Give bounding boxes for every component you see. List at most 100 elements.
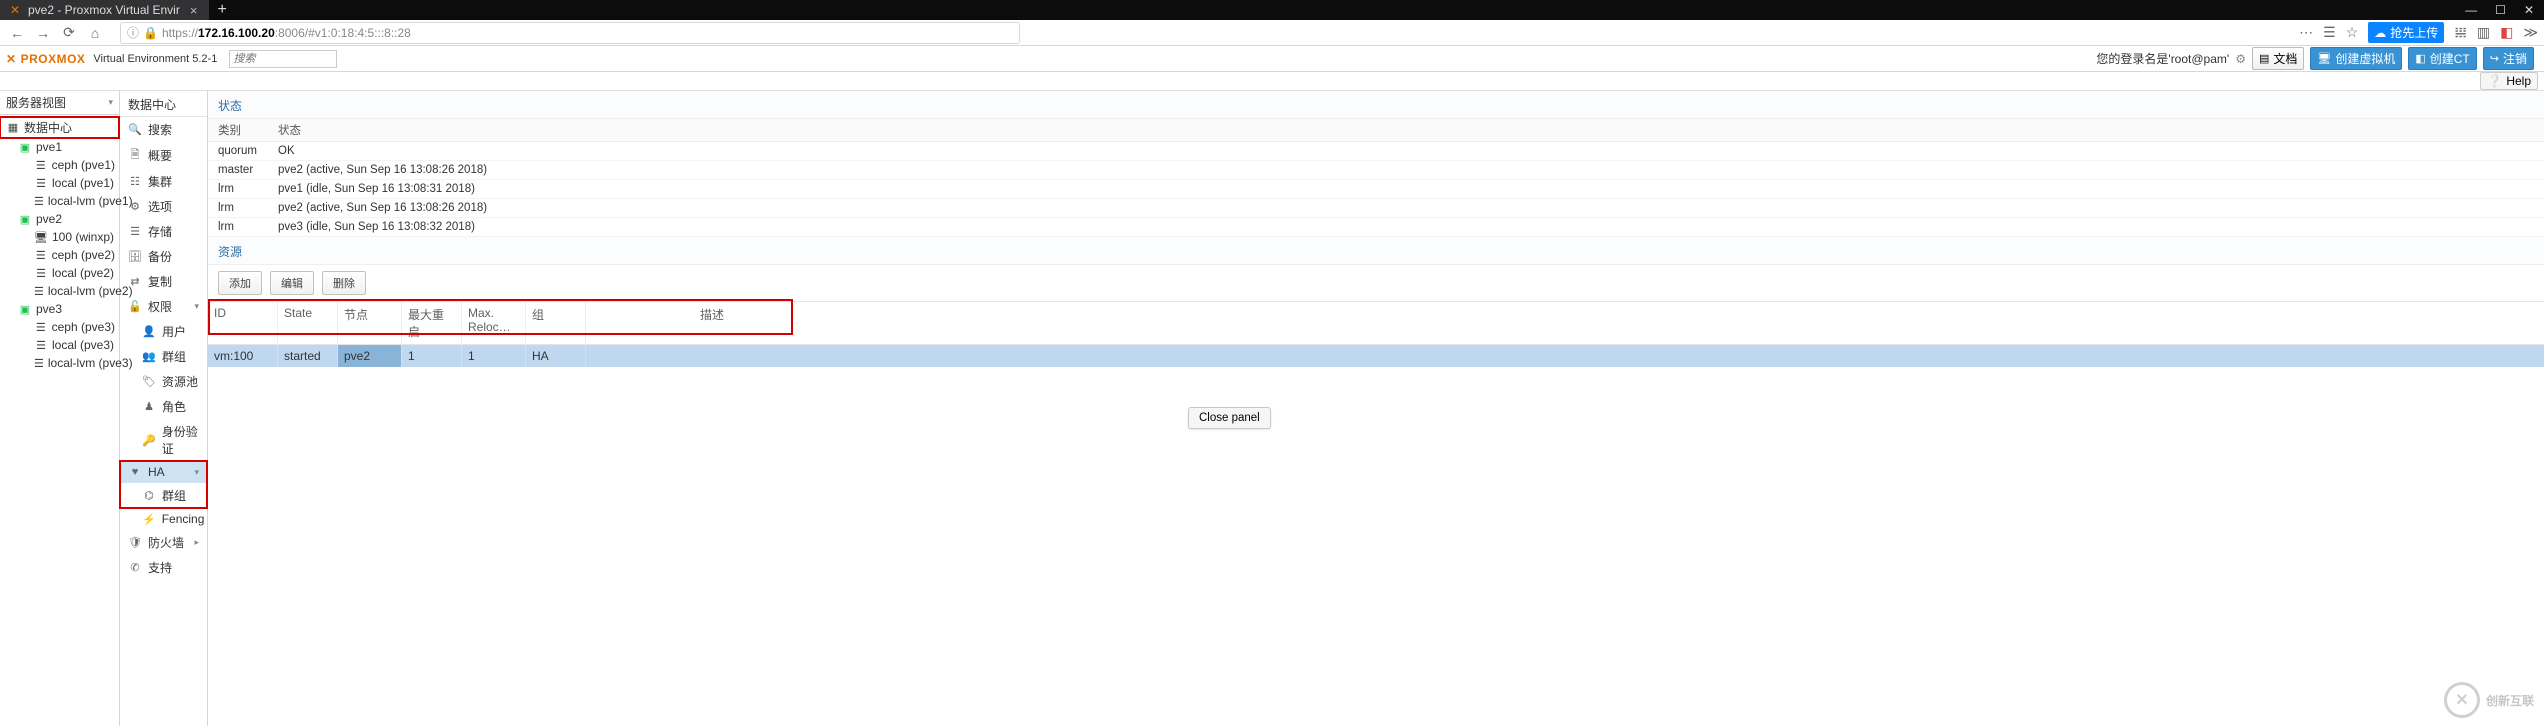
tree-storage-local-pve2[interactable]: ☰local (pve2): [0, 264, 119, 282]
url-rest: :8006/#v1:0:18:4:5:::8::28: [275, 26, 411, 40]
disk-icon: ☰: [34, 159, 48, 172]
menu-ha-groups[interactable]: ⌬群组: [120, 483, 207, 508]
logout-button[interactable]: ↪注销: [2483, 47, 2534, 70]
menu-dots-icon[interactable]: ⋯: [2299, 24, 2313, 41]
disk-icon: ☰: [34, 357, 44, 370]
docs-button[interactable]: ▤文档: [2252, 47, 2304, 70]
close-panel-button[interactable]: Close panel: [1188, 407, 1271, 429]
menu-storage[interactable]: ☰存储: [120, 219, 207, 244]
menu-support[interactable]: ✆支持: [120, 555, 207, 580]
watermark-icon: ✕: [2444, 682, 2480, 718]
help-button[interactable]: ❔Help: [2480, 72, 2538, 90]
tree-storage-ceph-pve1[interactable]: ☰ceph (pve1): [0, 156, 119, 174]
col-node[interactable]: 节点: [338, 302, 402, 344]
reader-icon[interactable]: ☰: [2323, 24, 2336, 41]
upload-button[interactable]: ☁ 抢先上传: [2368, 22, 2444, 43]
tree-vm-100[interactable]: 🖥100 (winxp): [0, 228, 119, 246]
status-th-kind[interactable]: 类别: [208, 119, 268, 142]
status-row[interactable]: masterpve2 (active, Sun Sep 16 13:08:26 …: [208, 161, 2544, 180]
tree-storage-locallvm-pve1[interactable]: ☰local-lvm (pve1): [0, 192, 119, 210]
help-icon: ❔: [2487, 74, 2502, 88]
menu-roles[interactable]: ♟角色: [120, 394, 207, 419]
tree-storage-local-pve1[interactable]: ☰local (pve1): [0, 174, 119, 192]
cluster-icon: ☷: [128, 175, 142, 188]
add-button[interactable]: 添加: [218, 271, 262, 295]
disk-icon: ☰: [34, 267, 48, 280]
status-section-title: 状态: [208, 91, 2544, 119]
chevron-down-icon: ▾: [194, 467, 199, 478]
window-minimize-icon[interactable]: —: [2465, 3, 2477, 17]
menu-backup[interactable]: 🗄备份: [120, 244, 207, 269]
tree-datacenter[interactable]: ▦数据中心: [0, 117, 119, 138]
menu-permissions[interactable]: 🔓权限▾: [120, 294, 207, 319]
shield-icon: 🛡: [128, 536, 142, 549]
library-icon[interactable]: 𝍐: [2454, 24, 2467, 41]
menu-groups[interactable]: 👥群组: [120, 344, 207, 369]
col-id[interactable]: ID: [208, 302, 278, 344]
menu-users[interactable]: 👤用户: [120, 319, 207, 344]
status-row[interactable]: lrmpve1 (idle, Sun Sep 16 13:08:31 2018): [208, 180, 2544, 199]
view-selector[interactable]: 服务器视图 ▾: [0, 91, 119, 115]
gear-icon[interactable]: ⚙: [2235, 52, 2246, 66]
nav-home-icon[interactable]: ⌂: [84, 25, 106, 41]
window-close-icon[interactable]: ✕: [2524, 3, 2534, 17]
key-icon: 🔑: [142, 434, 156, 447]
status-row[interactable]: quorumOK: [208, 142, 2544, 161]
pmx-header: ✕PROXMOX Virtual Environment 5.2-1 您的登录名…: [0, 46, 2544, 72]
tree-storage-locallvm-pve3[interactable]: ☰local-lvm (pve3): [0, 354, 119, 372]
resource-row[interactable]: vm:100 started pve2 1 1 HA: [208, 345, 2544, 367]
ext1-icon[interactable]: ◧: [2500, 24, 2513, 41]
menu-cluster[interactable]: ☷集群: [120, 169, 207, 194]
edit-button[interactable]: 编辑: [270, 271, 314, 295]
browser-tab[interactable]: ✕ pve2 - Proxmox Virtual Envir ×: [0, 0, 209, 20]
create-vm-button[interactable]: 🖥创建虚拟机: [2310, 47, 2402, 70]
remove-button[interactable]: 删除: [322, 271, 366, 295]
status-th-status[interactable]: 状态: [268, 119, 2544, 142]
status-row[interactable]: lrmpve3 (idle, Sun Sep 16 13:08:32 2018): [208, 218, 2544, 237]
menu-firewall[interactable]: 🛡防火墙▸: [120, 530, 207, 555]
star-icon[interactable]: ☆: [2346, 24, 2359, 41]
window-maximize-icon[interactable]: ☐: [2495, 3, 2506, 17]
watermark: ✕ 创新互联: [2444, 682, 2534, 718]
new-tab-button[interactable]: +: [209, 1, 234, 19]
heart-icon: ♥: [128, 466, 142, 478]
menu-summary[interactable]: 🗎概要: [120, 142, 207, 169]
menu-pools[interactable]: 🏷资源池: [120, 369, 207, 394]
col-desc[interactable]: 描述: [694, 302, 2544, 344]
tree-node-pve3[interactable]: ▣pve3: [0, 300, 119, 318]
tree-node-pve2[interactable]: ▣pve2: [0, 210, 119, 228]
col-maxreloc[interactable]: Max. Reloc…: [462, 302, 526, 344]
tree-storage-ceph-pve2[interactable]: ☰ceph (pve2): [0, 246, 119, 264]
vm-icon: 🖥: [34, 231, 48, 244]
info-icon[interactable]: ⓘ: [127, 24, 139, 41]
tree-node-pve1[interactable]: ▣pve1: [0, 138, 119, 156]
menu-replication[interactable]: ⇄复制: [120, 269, 207, 294]
close-tab-icon[interactable]: ×: [186, 3, 202, 18]
ext2-icon[interactable]: ≫: [2523, 24, 2538, 41]
col-state[interactable]: State: [278, 302, 338, 344]
pmx-search-input[interactable]: [229, 50, 337, 68]
gear-icon: ⚙: [128, 200, 142, 213]
nav-forward-icon[interactable]: →: [32, 25, 54, 41]
menu-fencing[interactable]: ⚡Fencing: [120, 508, 207, 530]
col-maxrestart[interactable]: 最大重启: [402, 302, 462, 344]
tree-storage-local-pve3[interactable]: ☰local (pve3): [0, 336, 119, 354]
nav-back-icon[interactable]: ←: [6, 25, 28, 41]
sidebar-icon[interactable]: ▥: [2477, 24, 2490, 41]
menu-auth[interactable]: 🔑身份验证: [120, 419, 207, 461]
col-group[interactable]: 组: [526, 302, 586, 344]
lock-icon: 🔒: [143, 26, 158, 40]
disk-icon: ☰: [34, 177, 48, 190]
nav-reload-icon[interactable]: ⟳: [58, 24, 80, 41]
menu-search[interactable]: 🔍搜索: [120, 117, 207, 142]
url-field[interactable]: ⓘ 🔒 https:// 172.16.100.20 :8006/#v1:0:1…: [120, 22, 1020, 44]
tab-title: pve2 - Proxmox Virtual Envir: [28, 3, 180, 17]
menu-ha[interactable]: ♥HA▾: [120, 461, 207, 483]
tree-storage-locallvm-pve2[interactable]: ☰local-lvm (pve2): [0, 282, 119, 300]
tree-storage-ceph-pve3[interactable]: ☰ceph (pve3): [0, 318, 119, 336]
proxmox-favicon: ✕: [8, 3, 22, 17]
proxmox-logo[interactable]: ✕PROXMOX: [6, 52, 85, 66]
create-ct-button[interactable]: ◧创建CT: [2408, 47, 2476, 70]
status-row[interactable]: lrmpve2 (active, Sun Sep 16 13:08:26 201…: [208, 199, 2544, 218]
menu-options[interactable]: ⚙选项: [120, 194, 207, 219]
